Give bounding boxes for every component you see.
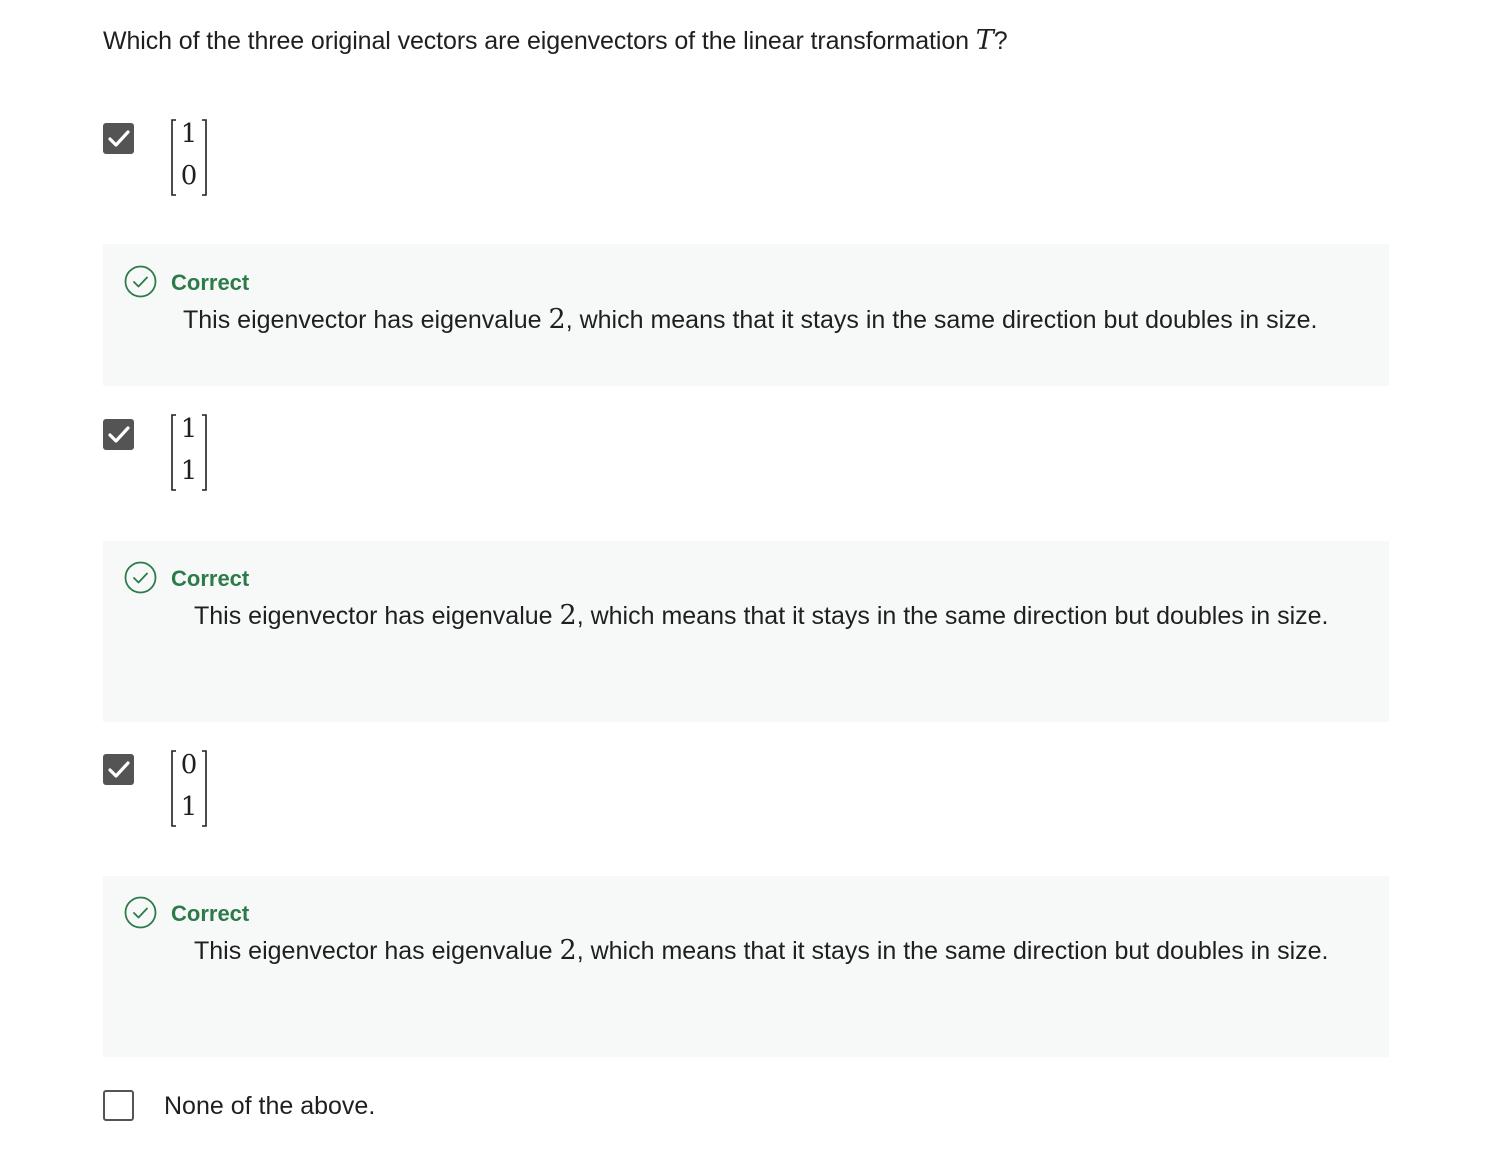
feedback-status: Correct — [171, 566, 250, 591]
vector-entry-top: 0 — [180, 750, 198, 780]
question-end: ? — [993, 27, 1008, 55]
eigenvalue: 2 — [548, 304, 566, 335]
feedback-text-after: , which means that it stays in the same … — [576, 937, 1329, 965]
vector-entry-bottom: 1 — [180, 456, 198, 486]
vector-entry-top: 1 — [180, 119, 198, 149]
question-variable: T — [975, 25, 994, 56]
question-prompt: Which of the three original vectors are … — [103, 27, 976, 55]
column-vector-1: 1 0 — [169, 118, 209, 198]
checkbox-unchecked[interactable] — [103, 1090, 134, 1121]
checkmark-icon — [108, 130, 130, 147]
question-text: Which of the three original vectors are … — [103, 22, 1008, 60]
feedback-panel-1: Correct This eigenvector has eigenvalue … — [103, 244, 1389, 386]
column-vector-3: 0 1 — [169, 749, 209, 829]
checkmark-icon — [108, 426, 130, 443]
column-vector-2: 1 1 — [169, 413, 209, 493]
checkbox-checked-1[interactable] — [103, 123, 134, 154]
feedback-status: Correct — [171, 270, 250, 295]
vector-entry-bottom: 1 — [180, 792, 198, 822]
feedback-text-before: This eigenvector has eigenvalue — [194, 602, 560, 630]
checkbox-checked-3[interactable] — [103, 754, 134, 785]
option-label[interactable]: None of the above. — [164, 1088, 375, 1124]
vector-entry-bottom: 0 — [180, 161, 198, 191]
feedback-explanation: This eigenvector has eigenvalue 2, which… — [171, 931, 1331, 971]
checkbox-checked-2[interactable] — [103, 419, 134, 450]
feedback-panel-2: Correct This eigenvector has eigenvalue … — [103, 541, 1389, 722]
feedback-text-after: , which means that it stays in the same … — [576, 602, 1329, 630]
checkmark-icon — [108, 761, 130, 778]
feedback-panel-3: Correct This eigenvector has eigenvalue … — [103, 876, 1389, 1057]
feedback-text-before: This eigenvector has eigenvalue — [194, 937, 560, 965]
feedback-text-after: , which means that it stays in the same … — [565, 306, 1318, 334]
eigenvalue: 2 — [559, 935, 577, 966]
eigenvalue: 2 — [559, 600, 577, 631]
check-circle-icon — [124, 896, 157, 929]
check-circle-icon — [124, 561, 157, 594]
feedback-status: Correct — [171, 901, 250, 926]
feedback-explanation: This eigenvector has eigenvalue 2, which… — [171, 596, 1331, 636]
vector-entry-top: 1 — [180, 414, 198, 444]
feedback-text-before: This eigenvector has eigenvalue — [183, 306, 549, 334]
feedback-explanation: This eigenvector has eigenvalue 2, which… — [183, 300, 1383, 340]
check-circle-icon — [124, 265, 157, 298]
